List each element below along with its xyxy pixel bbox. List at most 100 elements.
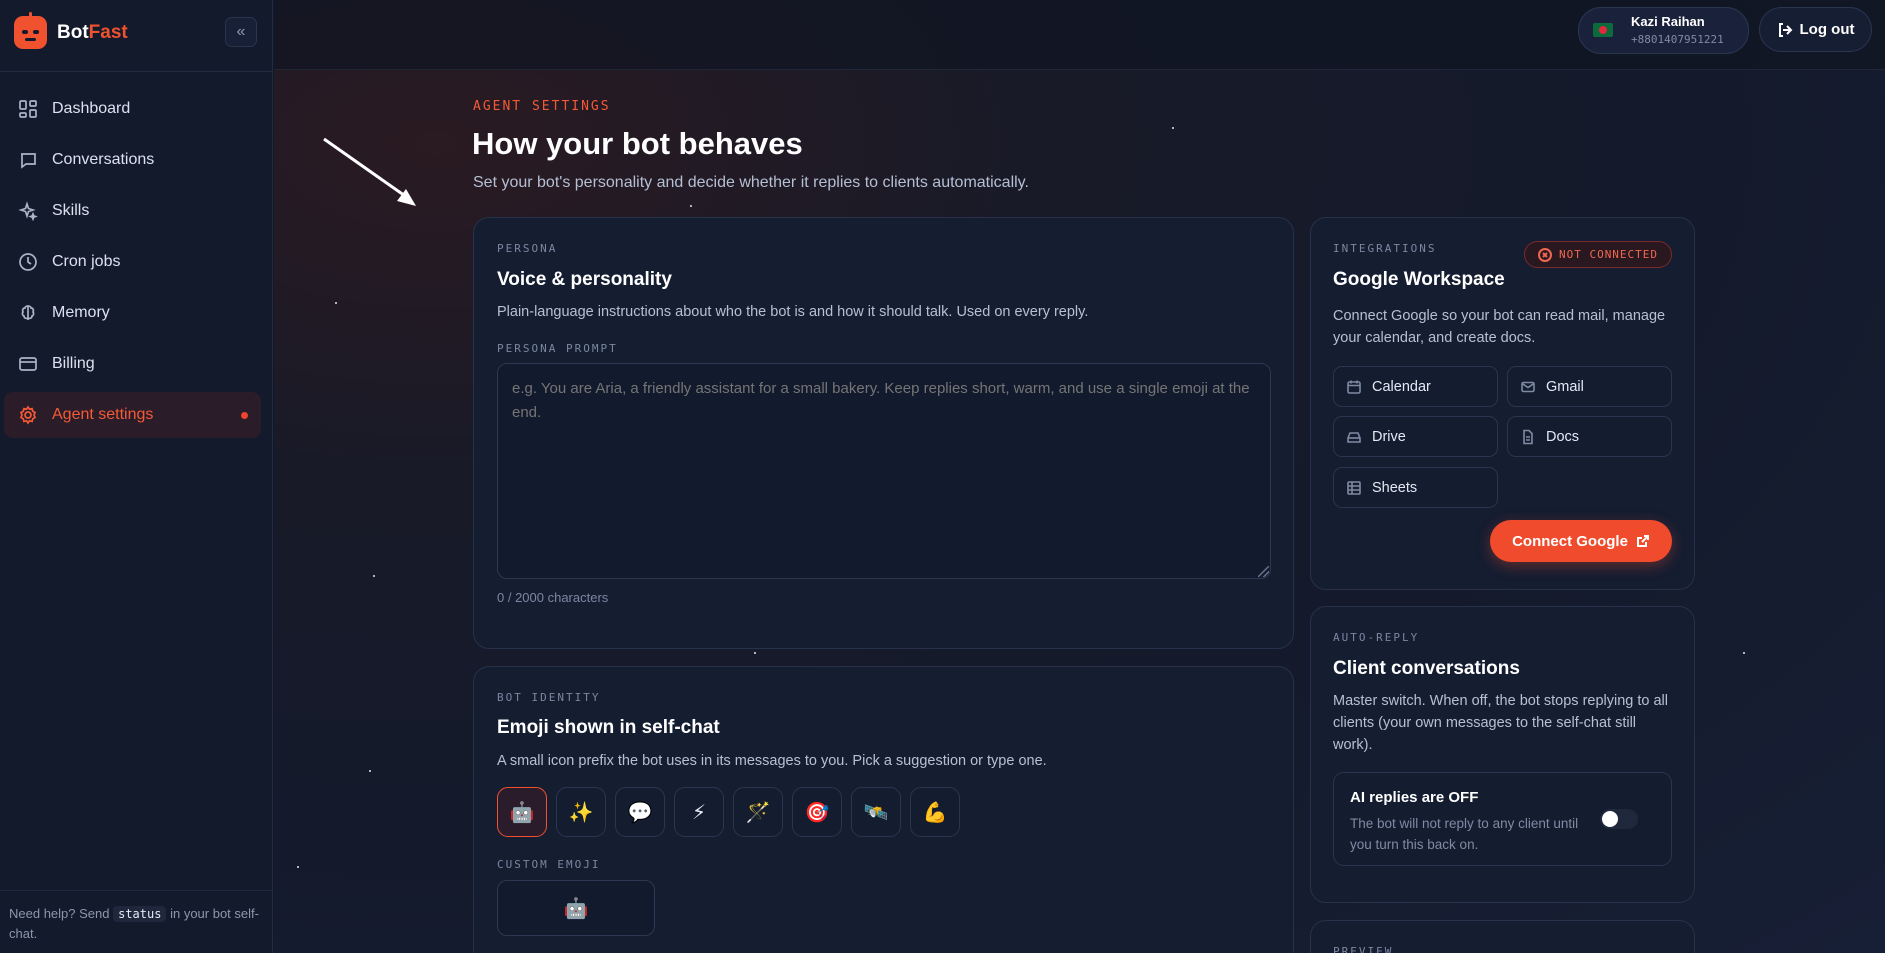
brain-icon — [21, 305, 35, 320]
calendar-icon — [1347, 380, 1361, 394]
integrations-eyebrow: INTEGRATIONS — [1333, 242, 1437, 255]
clock-icon — [19, 253, 37, 271]
brand[interactable]: BotFast — [14, 12, 128, 49]
sidebar-item-label: Conversations — [52, 151, 155, 168]
sparkles-icon — [18, 201, 38, 221]
status-command: status — [113, 906, 167, 922]
sidebar-item-agent-settings[interactable]: Agent settings — [4, 392, 261, 438]
sidebar-item-label: Memory — [52, 304, 110, 321]
emoji-option-satellite[interactable]: 🛰️ — [851, 787, 901, 837]
chevrons-left-icon: « — [236, 23, 246, 40]
hard-drive-icon — [1347, 431, 1361, 443]
sidebar-item-dashboard[interactable]: Dashboard — [4, 86, 261, 132]
auto-reply-eyebrow: AUTO-REPLY — [1333, 631, 1420, 644]
integrations-description: Connect Google so your bot can read mail… — [1333, 308, 1666, 346]
service-calendar[interactable]: Calendar — [1333, 366, 1498, 407]
persona-description: Plain-language instructions about who th… — [497, 304, 1089, 320]
emoji-option-robot[interactable]: 🤖 — [497, 787, 547, 837]
logout-label: Log out — [1799, 21, 1855, 38]
auto-reply-title: Client conversations — [1333, 658, 1520, 679]
emoji-option-wand[interactable]: 🪄 — [733, 787, 783, 837]
sidebar-item-memory[interactable]: Memory — [4, 290, 261, 336]
sidebar-item-label: Skills — [52, 202, 90, 219]
service-docs[interactable]: Docs — [1507, 416, 1672, 457]
star-decoration — [335, 302, 337, 304]
star-decoration — [690, 205, 692, 207]
star-decoration — [373, 575, 375, 577]
ai-replies-setting: AI replies are OFF The bot will not repl… — [1333, 772, 1672, 866]
emoji-option-muscle[interactable]: 💪 — [910, 787, 960, 837]
persona-title: Voice & personality — [497, 269, 672, 290]
user-phone: +8801407951221 — [1631, 33, 1724, 46]
character-counter: 0 / 2000 characters — [497, 590, 609, 605]
main-content: Kazi Raihan +8801407951221 Log out AGENT… — [274, 0, 1885, 953]
sidebar-item-cron-jobs[interactable]: Cron jobs — [4, 239, 261, 285]
identity-description: A small icon prefix the bot uses in its … — [497, 753, 1047, 769]
table-icon — [1347, 480, 1361, 495]
page-eyebrow: AGENT SETTINGS — [473, 99, 611, 114]
integrations-card: INTEGRATIONS NOT CONNECTED Google Worksp… — [1310, 217, 1695, 590]
chat-icon — [21, 153, 36, 169]
user-name: Kazi Raihan — [1631, 14, 1705, 29]
star-decoration — [1743, 652, 1745, 654]
preview-card: PREVIEW — [1310, 920, 1695, 953]
integrations-title: Google Workspace — [1333, 269, 1505, 290]
resize-handle-icon[interactable] — [1258, 566, 1269, 577]
emoji-option-target[interactable]: 🎯 — [792, 787, 842, 837]
connection-status-badge: NOT CONNECTED — [1524, 241, 1672, 268]
help-note: Need help? Send status in your bot self-… — [9, 906, 259, 941]
persona-card: PERSONA Voice & personality Plain-langua… — [473, 217, 1294, 649]
sidebar-item-label: Dashboard — [52, 100, 131, 117]
mail-icon — [1521, 381, 1535, 392]
auto-reply-description: Master switch. When off, the bot stops r… — [1333, 693, 1669, 753]
connect-google-button[interactable]: Connect Google — [1490, 520, 1672, 562]
ai-replies-status: AI replies are OFF — [1350, 789, 1479, 806]
sidebar-nav: Dashboard Conversations Skills Cron jobs… — [4, 86, 261, 443]
dashboard-icon — [19, 100, 37, 118]
identity-title: Emoji shown in self-chat — [497, 717, 720, 738]
bangladesh-flag-icon — [1593, 23, 1613, 37]
emoji-option-speech[interactable]: 💬 — [615, 787, 665, 837]
external-link-icon — [1636, 535, 1649, 547]
sidebar-footer-divider — [0, 890, 273, 891]
collapse-sidebar-button[interactable]: « — [225, 17, 257, 47]
sidebar-item-billing[interactable]: Billing — [4, 341, 261, 387]
emoji-option-sparkles[interactable]: ✨ — [556, 787, 606, 837]
robot-logo-icon — [14, 12, 47, 49]
service-drive[interactable]: Drive — [1333, 416, 1498, 457]
brand-name: BotFast — [57, 21, 128, 43]
top-bar: Kazi Raihan +8801407951221 Log out — [274, 0, 1885, 70]
x-circle-icon — [1537, 247, 1552, 262]
sidebar: BotFast « Dashboard Conversations Skills… — [0, 0, 273, 953]
ai-replies-description: The bot will not reply to any client unt… — [1350, 816, 1579, 852]
user-chip[interactable]: Kazi Raihan +8801407951221 — [1578, 7, 1749, 54]
logout-button[interactable]: Log out — [1759, 7, 1872, 52]
active-indicator-dot — [241, 412, 248, 419]
persona-prompt-input[interactable] — [497, 363, 1271, 579]
sidebar-item-label: Billing — [52, 355, 95, 372]
custom-emoji-label: CUSTOM EMOJI — [497, 858, 601, 871]
service-gmail[interactable]: Gmail — [1507, 366, 1672, 407]
sidebar-item-skills[interactable]: Skills — [4, 188, 261, 234]
star-decoration — [754, 652, 756, 654]
page-subtitle: Set your bot's personality and decide wh… — [473, 174, 1029, 191]
emoji-suggestions: 🤖 ✨ 💬 ⚡ 🪄 🎯 🛰️ 💪 — [497, 787, 969, 837]
page-title: How your bot behaves — [472, 126, 803, 161]
star-decoration — [297, 866, 299, 868]
credit-card-icon — [19, 357, 37, 371]
document-icon — [1523, 429, 1533, 444]
persona-eyebrow: PERSONA — [497, 242, 558, 255]
emoji-option-lightning[interactable]: ⚡ — [674, 787, 724, 837]
star-decoration — [369, 770, 371, 772]
identity-eyebrow: BOT IDENTITY — [497, 691, 601, 704]
custom-emoji-input[interactable]: 🤖 — [497, 880, 655, 936]
service-sheets[interactable]: Sheets — [1333, 467, 1498, 508]
ai-replies-toggle[interactable] — [1600, 809, 1638, 829]
sidebar-divider — [0, 71, 273, 72]
sidebar-item-conversations[interactable]: Conversations — [4, 137, 261, 183]
toggle-knob — [1602, 811, 1618, 827]
persona-prompt-label: PERSONA PROMPT — [497, 342, 618, 355]
bot-identity-card: BOT IDENTITY Emoji shown in self-chat A … — [473, 666, 1294, 953]
logout-icon — [1778, 22, 1792, 37]
auto-reply-card: AUTO-REPLY Client conversations Master s… — [1310, 606, 1695, 903]
